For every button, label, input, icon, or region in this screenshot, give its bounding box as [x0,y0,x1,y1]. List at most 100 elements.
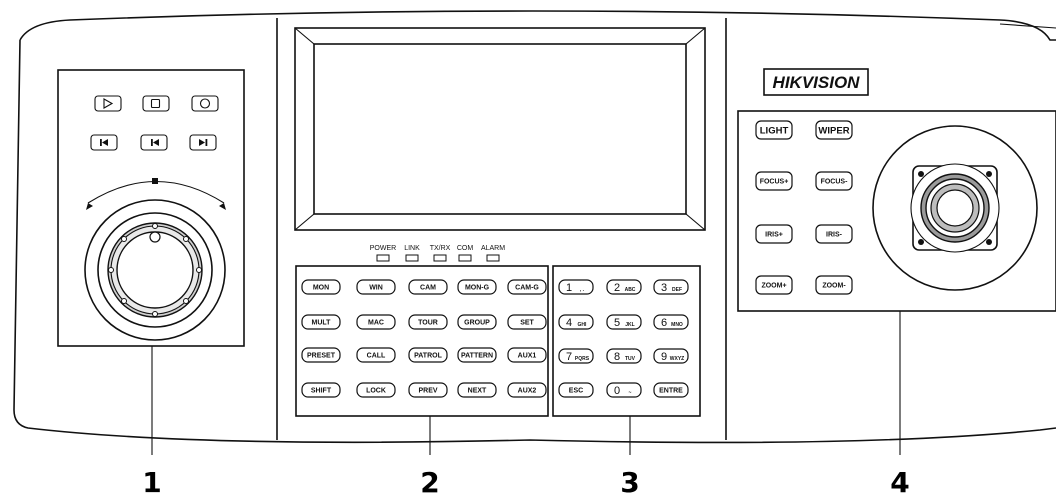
key-num-1[interactable]: 1 , . [558,279,594,295]
key-num-9[interactable]: 9 WXYZ [653,348,689,364]
key-cam-g[interactable]: CAM-G [507,279,547,295]
key-label: MULT [312,320,332,327]
key-light[interactable]: LIGHT [755,120,793,140]
led-label: COM [457,245,474,252]
play-button[interactable] [94,95,122,112]
key-label: AUX2 [518,388,537,395]
key-main-label: 7 [566,351,572,363]
key-zoom-plus[interactable]: ZOOM+ [755,275,793,295]
key-pattern[interactable]: PATTERN [457,347,497,363]
led-link: LINK [404,245,420,262]
key-label: IRIS+ [765,232,783,239]
key-aux2[interactable]: AUX2 [507,382,547,398]
key-sub-label: ABC [625,287,636,293]
key-label: MON [313,285,329,292]
key-num-2[interactable]: 2 ABC [606,279,642,295]
key-main-label: 8 [614,351,620,363]
key-sub-label: GHI [578,322,588,328]
jog-shuttle-dial[interactable] [84,199,226,341]
key-mult[interactable]: MULT [301,314,341,330]
ptz-joystick[interactable] [872,125,1038,291]
stop-button[interactable] [142,95,170,112]
keyboard-diagram: POWER LINK TX/RX COM ALARM MON WIN CAM MON-G CAM… [13,10,1056,497]
key-group[interactable]: GROUP [457,314,497,330]
led-label: LINK [404,245,420,252]
key-label: WIPER [818,126,849,137]
key-zoom-minus[interactable]: ZOOM- [815,275,853,295]
key-sub-label: MNO [671,322,683,328]
led-label: POWER [370,245,396,252]
key-num-esc[interactable]: ESC [558,382,594,398]
key-sub-label: DEF [672,287,682,293]
key-focus-minus[interactable]: FOCUS- [815,171,853,191]
key-main-label: 4 [566,317,572,329]
next-track-button[interactable] [189,134,217,151]
led-txrx: TX/RX [430,245,451,262]
key-main-label: 0 [614,385,620,397]
key-sub-label: WXYZ [670,356,684,362]
led-lamp [405,254,419,262]
key-aux1[interactable]: AUX1 [507,347,547,363]
led-lamp [376,254,390,262]
led-com: COM [457,245,474,262]
key-lock[interactable]: LOCK [356,382,396,398]
key-num-4[interactable]: 4 GHI [558,314,594,330]
key-label: TOUR [418,320,438,327]
key-main-label: ESC [569,388,583,395]
key-num-6[interactable]: 6 MNO [653,314,689,330]
key-num-7[interactable]: 7 PQRS [558,348,594,364]
key-label: GROUP [464,320,490,327]
led-lamp [458,254,472,262]
brand-logo: HIKVISION [763,68,869,96]
key-shift[interactable]: SHIFT [301,382,341,398]
key-main-label: 3 [661,282,667,294]
key-num-3[interactable]: 3 DEF [653,279,689,295]
key-iris-plus[interactable]: IRIS+ [755,224,793,244]
brand-text: HIKVISION [773,73,861,92]
key-label: CAM [420,285,436,292]
key-num-5[interactable]: 5 JKL [606,314,642,330]
key-next[interactable]: NEXT [457,382,497,398]
key-num-0[interactable]: 0 ~ [606,382,642,398]
key-label: MAC [368,320,384,327]
key-sub-label: JKL [625,322,634,328]
key-main-label: 1 [566,282,572,294]
key-mon-g[interactable]: MON-G [457,279,497,295]
key-prev[interactable]: PREV [408,382,448,398]
key-iris-minus[interactable]: IRIS- [815,224,853,244]
key-label: LIGHT [760,126,789,137]
step-back-button[interactable] [140,134,168,151]
key-mon[interactable]: MON [301,279,341,295]
key-sub-label: TUV [625,356,636,362]
callout-1: 1 [142,466,161,497]
key-label: ZOOM+ [761,283,786,290]
record-button[interactable] [191,95,219,112]
key-preset[interactable]: PRESET [301,347,341,363]
key-label: FOCUS+ [760,179,789,186]
key-sub-label: ~ [629,390,632,396]
key-label: PRESET [307,353,336,360]
key-num-entre[interactable]: ENTRE [653,382,689,398]
key-wiper[interactable]: WIPER [815,120,853,140]
key-label: CAM-G [515,285,539,292]
key-patrol[interactable]: PATROL [408,347,448,363]
key-focus-plus[interactable]: FOCUS+ [755,171,793,191]
key-label: WIN [369,285,383,292]
callout-3: 3 [620,466,639,497]
key-num-8[interactable]: 8 TUV [606,348,642,364]
key-tour[interactable]: TOUR [408,314,448,330]
led-alarm: ALARM [481,245,505,262]
key-label: PATTERN [461,353,493,360]
key-win[interactable]: WIN [356,279,396,295]
lcd-screen [294,27,706,231]
key-label: SHIFT [311,388,332,395]
led-lamp [486,254,500,262]
prev-track-button[interactable] [90,134,118,151]
key-sub-label: , . [580,287,585,293]
key-label: NEXT [468,388,487,395]
key-set[interactable]: SET [507,314,547,330]
key-label: CALL [367,353,386,360]
key-cam[interactable]: CAM [408,279,448,295]
key-mac[interactable]: MAC [356,314,396,330]
key-call[interactable]: CALL [356,347,396,363]
